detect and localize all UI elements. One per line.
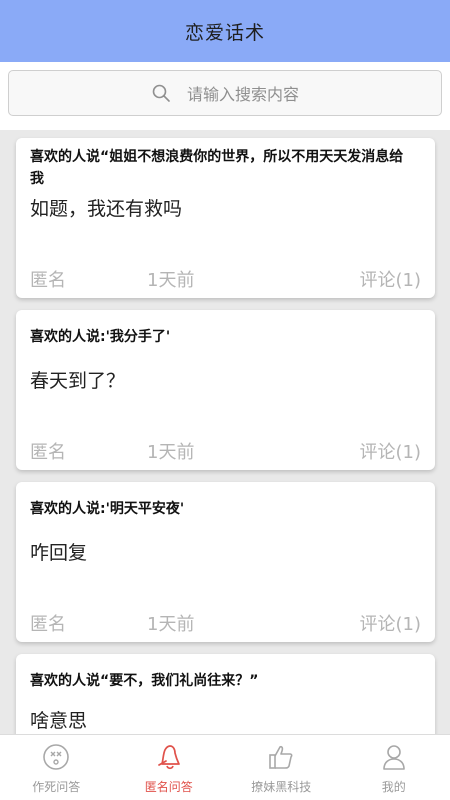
tab-label: 撩妹黑科技 (251, 780, 312, 794)
comments-link[interactable]: 评论(1) (360, 266, 422, 292)
post-card[interactable]: 喜欢的人说“要不，我们礼尚往来？” 啥意思 (16, 654, 435, 734)
post-author: 匿名 (30, 442, 66, 463)
post-body: 咋回复 (30, 542, 88, 564)
page-title: 恋爱话术 (184, 21, 265, 44)
tab-zuosi-qa[interactable]: 作死问答 (0, 735, 113, 800)
dizzy-face-icon (43, 744, 70, 770)
post-meta: 匿名 1天前 评论(1) (16, 266, 435, 292)
bell-icon (157, 745, 180, 770)
tab-label: 我的 (381, 780, 406, 794)
post-feed[interactable]: 喜欢的人说“姐姐不想浪费你的世界，所以不用天天发消息给我 如题，我还有救吗 匿名… (0, 130, 450, 734)
thumbs-up-icon (269, 745, 293, 769)
post-meta: 匿名 1天前 评论(1) (16, 610, 435, 636)
tab-anonymous-qa[interactable]: 匿名问答 (113, 735, 226, 800)
comments-link[interactable]: 评论(1) (360, 610, 422, 636)
tab-label: 匿名问答 (144, 780, 193, 794)
post-card[interactable]: 喜欢的人说:'明天平安夜' 咋回复 匿名 1天前 评论(1) (16, 482, 435, 642)
post-title: 喜欢的人说:'我分手了' (30, 329, 171, 345)
post-body: 春天到了？ (30, 370, 126, 392)
post-author: 匿名 (30, 614, 66, 635)
post-time: 1天前 (147, 442, 195, 463)
post-title: 喜欢的人说:'明天平安夜' (30, 501, 185, 517)
post-body: 如题，我还有救吗 (30, 198, 183, 220)
post-title: 喜欢的人说“要不，我们礼尚往来？” (30, 673, 259, 689)
comments-link[interactable]: 评论(1) (360, 438, 422, 464)
tab-mine[interactable]: 我的 (338, 735, 450, 800)
post-body: 啥意思 (30, 710, 88, 732)
post-time: 1天前 (147, 270, 195, 291)
post-card[interactable]: 喜欢的人说“姐姐不想浪费你的世界，所以不用天天发消息给我 如题，我还有救吗 匿名… (16, 138, 435, 298)
tab-black-tech[interactable]: 撩妹黑科技 (225, 735, 338, 800)
search-icon (152, 84, 170, 102)
post-meta: 匿名 1天前 评论(1) (16, 438, 435, 464)
tab-label: 作死问答 (32, 780, 81, 794)
user-icon (382, 745, 405, 770)
bottom-tab-bar: 作死问答 匿名问答 撩妹黑科技 我的 (0, 734, 450, 800)
post-title: 喜欢的人说“姐姐不想浪费你的世界，所以不用天天发消息给我 (30, 149, 404, 187)
app-header: 恋爱话术 (0, 0, 450, 62)
search-bar: 请输入搜索内容 (0, 62, 450, 130)
post-card[interactable]: 喜欢的人说:'我分手了' 春天到了？ 匿名 1天前 评论(1) (16, 310, 435, 470)
post-time: 1天前 (147, 614, 195, 635)
post-author: 匿名 (30, 270, 66, 291)
search-placeholder: 请输入搜索内容 (186, 85, 299, 104)
search-input[interactable]: 请输入搜索内容 (8, 70, 442, 116)
